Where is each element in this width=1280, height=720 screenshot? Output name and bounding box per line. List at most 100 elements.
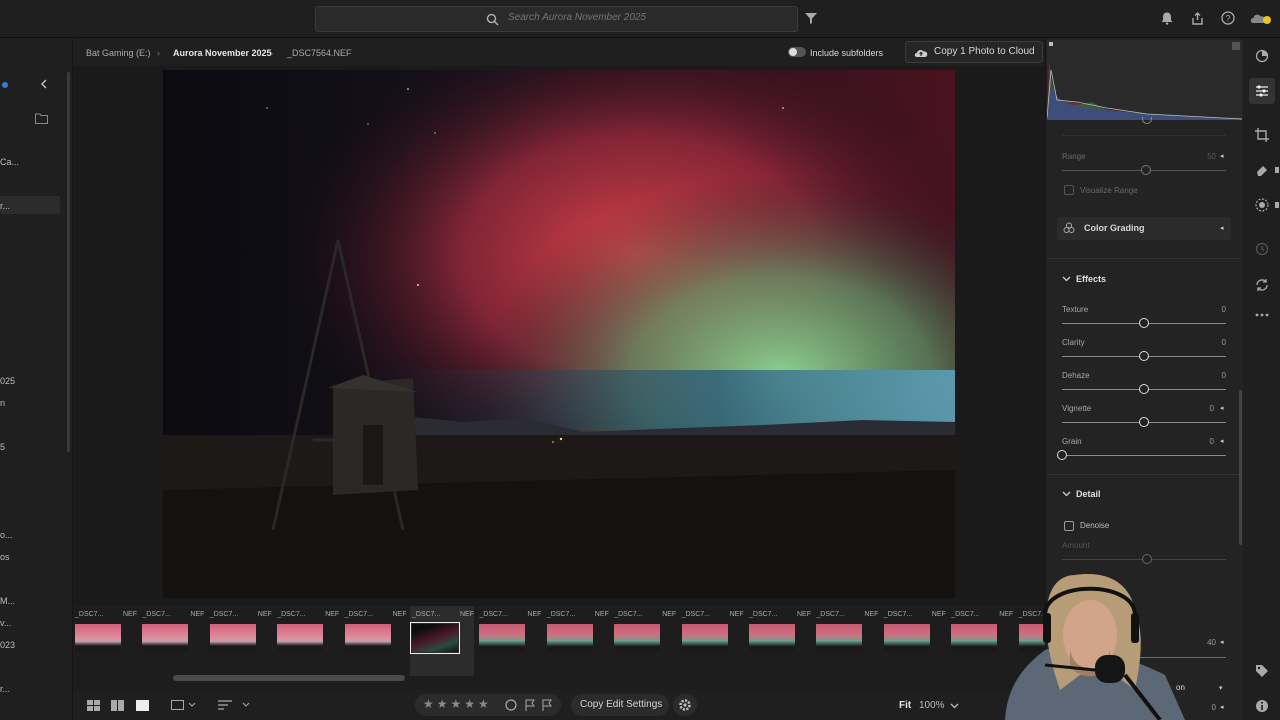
range-value[interactable]: 50 (1202, 152, 1216, 161)
effect-value[interactable]: 0 (1212, 338, 1226, 347)
effect-value[interactable]: 0 (1200, 437, 1214, 446)
single-view-icon[interactable] (135, 699, 149, 711)
filmstrip-thumb[interactable]: _DSC7... NEF (545, 606, 609, 676)
effect-value[interactable]: 0 (1200, 404, 1214, 413)
thumb-filename: _DSC7... (681, 611, 710, 618)
effect-slider-knob[interactable] (1057, 450, 1067, 460)
chevron-down-icon[interactable] (1061, 275, 1071, 283)
denoise-checkbox[interactable] (1064, 521, 1074, 531)
filmstrip-thumb[interactable]: _DSC7... NEF (410, 606, 474, 676)
caret-left-icon[interactable]: ◂ (1220, 404, 1224, 412)
color-grading-button[interactable]: Color Grading ◂ (1057, 217, 1231, 240)
caret-left-icon[interactable]: ◂ (1220, 703, 1224, 711)
chevron-down-icon[interactable] (1061, 490, 1071, 498)
settings-button[interactable] (673, 694, 697, 716)
sidebar-item-9[interactable]: v... (0, 618, 11, 628)
chevron-down-icon[interactable] (949, 701, 959, 711)
sort-icon[interactable] (218, 699, 252, 711)
filmstrip-scrollbar[interactable] (173, 675, 405, 681)
keyword-tag-icon[interactable] (1253, 662, 1271, 680)
filmstrip-thumb[interactable]: _DSC7... NEF (275, 606, 339, 676)
filter-icon[interactable] (804, 11, 818, 25)
share-icon[interactable] (1190, 11, 1204, 25)
add-folder-icon[interactable] (34, 111, 48, 125)
caret-left-icon[interactable]: ◂ (1220, 437, 1224, 445)
compare-view-icon[interactable] (110, 699, 124, 711)
filmstrip-thumb[interactable]: _DSC7... NEF (477, 606, 541, 676)
versions-icon[interactable] (1253, 276, 1271, 294)
sidebar-item-1[interactable]: Ca... (0, 157, 19, 167)
thumb-filename: _DSC7... (614, 611, 643, 618)
sidebar-scrollbar[interactable] (67, 72, 70, 452)
sidebar-item-8[interactable]: M... (0, 596, 15, 606)
subfolders-toggle[interactable] (788, 47, 806, 57)
reject-flag-icon[interactable] (505, 699, 517, 711)
info-icon[interactable] (1253, 697, 1271, 715)
clipping-indicator-left[interactable] (1049, 42, 1053, 46)
pick-flag-icon[interactable] (524, 699, 536, 711)
breadcrumb-drive[interactable]: Bat Gaming (E:) (86, 48, 151, 58)
sidebar-item-3[interactable]: 025 (0, 376, 15, 386)
more-icon[interactable] (1253, 306, 1271, 324)
sidebar-item-11[interactable]: r... (0, 684, 10, 694)
clipping-indicator[interactable] (1232, 42, 1240, 50)
filmstrip-thumb[interactable]: _DSC7... NEF (343, 606, 407, 676)
sidebar-item-2[interactable]: r... (0, 201, 10, 211)
search-box[interactable] (315, 6, 798, 32)
filmstrip-thumb[interactable]: _DSC7... NEF (208, 606, 272, 676)
slideshow-icon[interactable] (171, 699, 197, 711)
filmstrip-thumb[interactable]: _DSC7... NEF (73, 606, 137, 676)
caret-left-icon[interactable]: ◂ (1220, 152, 1224, 160)
sidebar-item-10[interactable]: 023 (0, 640, 15, 650)
effect-slider-track[interactable] (1062, 455, 1226, 456)
sidebar-item-7[interactable]: os (0, 552, 10, 562)
thumb-extension: NEF (460, 611, 474, 618)
breadcrumb-album[interactable]: Aurora November 2025 (173, 48, 272, 58)
masking-icon[interactable] (1253, 196, 1271, 214)
eraser-icon[interactable] (1253, 161, 1271, 179)
caret-left-icon[interactable]: ◂ (1220, 638, 1224, 646)
fit-button[interactable]: Fit (899, 700, 911, 711)
detail-title[interactable]: Detail (1076, 489, 1101, 499)
flag-icon[interactable] (541, 699, 553, 711)
filmstrip-thumb[interactable]: _DSC7... NEF (140, 606, 204, 676)
edit-sliders-icon[interactable] (1253, 82, 1271, 100)
copy-edit-settings-button[interactable]: Copy Edit Settings (571, 694, 669, 716)
filmstrip-thumb[interactable]: _DSC7... NEF (882, 606, 946, 676)
thumb-image (410, 622, 460, 654)
grid-view-icon[interactable] (86, 699, 100, 711)
effect-slider-knob[interactable] (1139, 384, 1149, 394)
aurora-photo[interactable] (163, 70, 955, 598)
sidebar-item-5[interactable]: 5 (0, 442, 5, 452)
cloud-status-icon[interactable] (1250, 11, 1272, 25)
bell-icon[interactable] (1160, 11, 1174, 25)
filmstrip-thumb[interactable]: _DSC7... NEF (747, 606, 811, 676)
copy-to-cloud-button[interactable]: Copy 1 Photo to Cloud (905, 41, 1043, 63)
star-rating[interactable]: ★★★★★ (423, 697, 492, 711)
panel-scrollbar[interactable] (1239, 390, 1242, 545)
effect-value[interactable]: 0 (1212, 305, 1226, 314)
help-icon[interactable]: ? (1221, 11, 1235, 25)
thumb-filename: _DSC7... (749, 611, 778, 618)
effects-title[interactable]: Effects (1076, 274, 1106, 284)
visualize-range-checkbox[interactable] (1064, 185, 1074, 195)
filmstrip-thumb[interactable]: _DSC7... NEF (814, 606, 878, 676)
history-icon[interactable] (1253, 240, 1271, 258)
effect-slider-knob[interactable] (1139, 417, 1149, 427)
caret-down-icon[interactable]: ▾ (1219, 684, 1223, 692)
filmstrip-thumb[interactable]: _DSC7... NEF (680, 606, 744, 676)
crop-icon[interactable] (1253, 126, 1271, 144)
zoom-level[interactable]: 100% (919, 700, 945, 711)
sidebar-item-6[interactable]: o... (0, 530, 13, 540)
range-slider-knob[interactable] (1141, 165, 1151, 175)
search-input[interactable] (506, 11, 790, 24)
filmstrip-thumb[interactable]: _DSC7... NEF (612, 606, 676, 676)
chevron-left-icon[interactable] (38, 78, 50, 90)
effect-slider-knob[interactable] (1139, 351, 1149, 361)
effect-slider-knob[interactable] (1139, 318, 1149, 328)
sidebar-item-4[interactable]: n (0, 398, 5, 408)
effect-value[interactable]: 0 (1212, 371, 1226, 380)
presets-icon[interactable] (1253, 47, 1271, 65)
tool-flyout-indicator (1275, 167, 1279, 173)
search-icon (484, 11, 500, 27)
